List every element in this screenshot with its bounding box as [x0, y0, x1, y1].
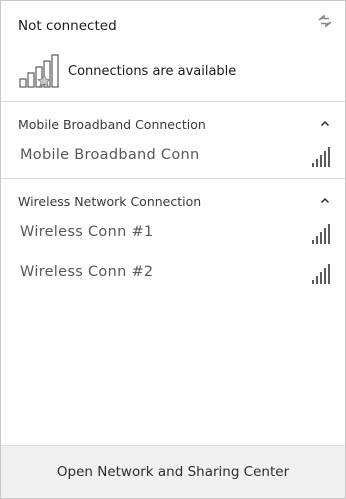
signal-bars-with-star-icon	[19, 54, 59, 88]
network-flyout: Not connected Connections are available …	[0, 0, 346, 499]
network-item-mobile-broadband[interactable]: Mobile Broadband Conn	[1, 138, 345, 178]
network-name: Wireless Conn #1	[20, 224, 154, 240]
open-network-sharing-center-link[interactable]: Open Network and Sharing Center	[57, 464, 289, 480]
section-header-mobile-broadband[interactable]: Mobile Broadband Connection	[1, 102, 345, 138]
signal-strength-icon	[312, 264, 330, 284]
section-title: Wireless Network Connection	[18, 194, 202, 209]
network-item-wireless-1[interactable]: Wireless Conn #1	[1, 215, 345, 255]
section-mobile-broadband: Mobile Broadband Connection Mobile Broad…	[1, 102, 345, 178]
refresh-arrows-icon[interactable]	[315, 11, 335, 31]
network-item-wireless-2[interactable]: Wireless Conn #2	[1, 255, 345, 295]
section-wireless-network: Wireless Network Connection Wireless Con…	[1, 179, 345, 295]
signal-strength-icon	[312, 224, 330, 244]
section-header-wireless-network[interactable]: Wireless Network Connection	[1, 179, 345, 215]
section-title: Mobile Broadband Connection	[18, 117, 206, 132]
chevron-up-icon[interactable]	[319, 195, 331, 205]
chevron-up-icon[interactable]	[319, 118, 331, 128]
flyout-footer: Open Network and Sharing Center	[1, 445, 345, 498]
connections-available-text: Connections are available	[68, 64, 237, 79]
network-name: Wireless Conn #2	[20, 264, 154, 280]
connection-status-header: Not connected Connections are available	[1, 1, 345, 101]
network-name: Mobile Broadband Conn	[20, 147, 200, 163]
signal-strength-icon	[312, 147, 330, 167]
connection-status-text: Not connected	[18, 18, 117, 34]
